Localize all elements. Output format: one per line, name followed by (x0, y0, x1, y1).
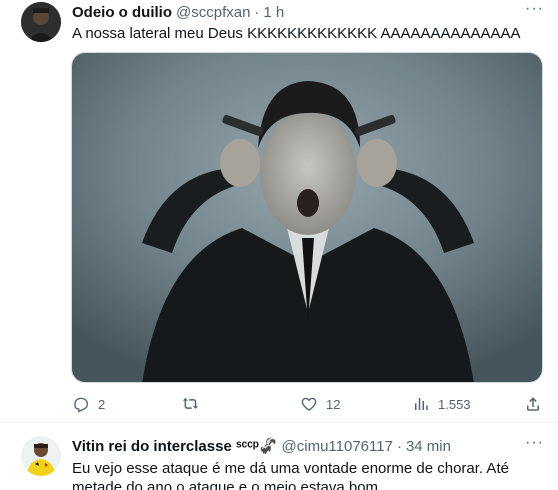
share-button[interactable] (524, 395, 542, 413)
tweet-text: Eu vejo esse ataque é me dá uma vontade … (72, 460, 509, 490)
retweet-button[interactable] (182, 395, 208, 413)
like-count: 12 (326, 396, 341, 412)
user-handle[interactable]: @cimu11076117 (282, 438, 393, 455)
tweet[interactable]: Vitin rei do interclasse ˢᶜᶜᵖ🦨 @cimu1107… (0, 424, 558, 490)
views-icon (415, 398, 428, 410)
image-content (72, 53, 542, 382)
like-icon (301, 397, 317, 411)
retweet-icon (182, 398, 199, 409)
avatar[interactable] (21, 436, 61, 476)
separator-dot: · (396, 437, 402, 455)
share-icon (527, 397, 539, 411)
avatar[interactable] (21, 2, 61, 42)
views-button[interactable]: 1.553 (412, 395, 471, 413)
tweet-header: Vitin rei do interclasse ˢᶜᶜᵖ🦨 @cimu1107… (72, 436, 451, 456)
more-icon[interactable]: ··· (525, 0, 544, 18)
separator-dot: · (254, 3, 260, 21)
timestamp[interactable]: 34 min (406, 438, 451, 455)
display-name[interactable]: Odeio o duilio (72, 4, 172, 21)
display-name[interactable]: Vitin rei do interclasse ˢᶜᶜᵖ🦨 (72, 437, 278, 455)
timestamp[interactable]: 1 h (263, 4, 284, 21)
user-handle[interactable]: @sccpfxan (176, 4, 250, 21)
reply-icon (74, 397, 89, 413)
tweet-text: A nossa lateral meu Deus KKKKKKKKKKKKK A… (72, 25, 521, 42)
tweet-image[interactable] (71, 52, 543, 383)
reply-button[interactable]: 2 (72, 395, 105, 413)
like-button[interactable]: 12 (300, 395, 340, 413)
more-icon[interactable]: ··· (525, 434, 544, 452)
action-bar: 2 12 1.553 (72, 395, 544, 415)
reply-count: 2 (98, 396, 106, 412)
view-count: 1.553 (438, 396, 471, 412)
tweet[interactable]: Odeio o duilio @sccpfxan · 1 h ··· A nos… (0, 0, 558, 423)
tweet-header: Odeio o duilio @sccpfxan · 1 h (72, 2, 284, 22)
